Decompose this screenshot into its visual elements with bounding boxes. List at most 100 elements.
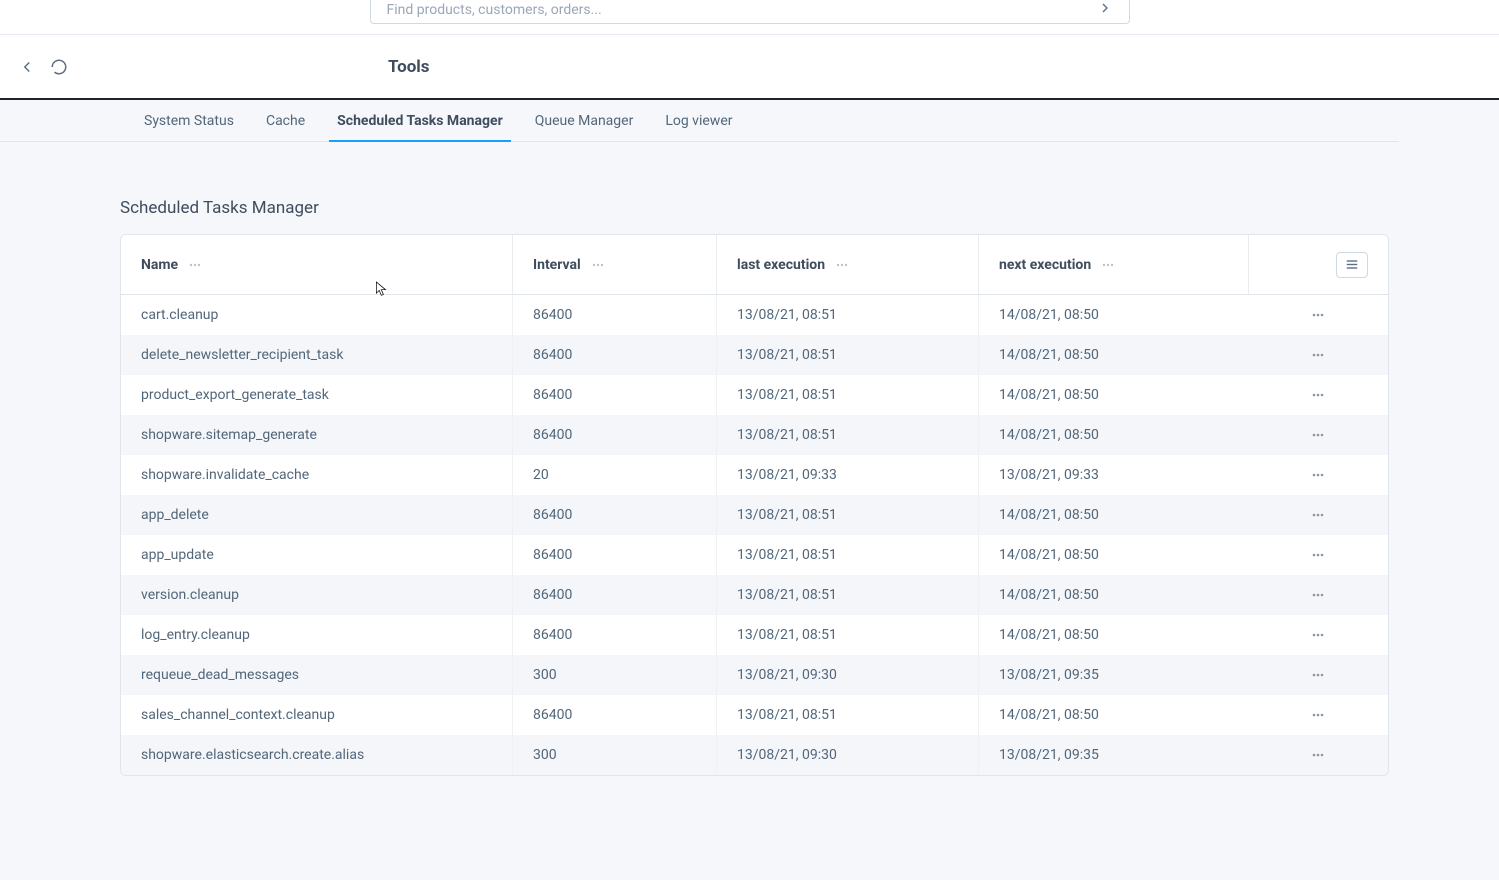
cell-last-execution: 13/08/21, 09:30 [717, 655, 979, 695]
table-row[interactable]: app_update8640013/08/21, 08:5114/08/21, … [121, 535, 1388, 575]
cell-next-execution: 14/08/21, 08:50 [979, 295, 1249, 335]
cell-name: shopware.elasticsearch.create.alias [121, 735, 513, 775]
cell-last-execution: 13/08/21, 08:51 [717, 295, 979, 335]
cell-interval: 86400 [513, 375, 717, 415]
table-row[interactable]: sales_channel_context.cleanup8640013/08/… [121, 695, 1388, 735]
tab-log-viewer[interactable]: Log viewer [665, 100, 732, 141]
cell-last-execution: 13/08/21, 08:51 [717, 415, 979, 455]
cell-actions [1249, 655, 1388, 695]
cell-actions [1249, 495, 1388, 535]
tab-label: Cache [266, 113, 305, 129]
table-row[interactable]: shopware.invalidate_cache2013/08/21, 09:… [121, 455, 1388, 495]
cell-interval: 86400 [513, 575, 717, 615]
cell-interval: 86400 [513, 695, 717, 735]
row-actions-button[interactable] [1308, 305, 1328, 325]
cell-last-execution: 13/08/21, 08:51 [717, 695, 979, 735]
row-actions-button[interactable] [1308, 425, 1328, 445]
col-header-last-execution[interactable]: last execution [717, 235, 979, 294]
col-header-next-label: next execution [999, 257, 1091, 273]
cell-name: delete_newsletter_recipient_task [121, 335, 513, 375]
cell-actions [1249, 455, 1388, 495]
cell-next-execution: 14/08/21, 08:50 [979, 535, 1249, 575]
row-actions-button[interactable] [1308, 665, 1328, 685]
col-header-name-label: Name [141, 257, 178, 273]
cell-next-execution: 14/08/21, 08:50 [979, 575, 1249, 615]
cell-next-execution: 14/08/21, 08:50 [979, 415, 1249, 455]
top-bar: Find products, customers, orders... [0, 0, 1499, 35]
global-search[interactable]: Find products, customers, orders... [370, 0, 1130, 24]
tasks-table: Name Interval last execution next execut… [120, 234, 1389, 776]
cell-last-execution: 13/08/21, 09:33 [717, 455, 979, 495]
cell-next-execution: 13/08/21, 09:35 [979, 655, 1249, 695]
row-actions-button[interactable] [1308, 745, 1328, 765]
row-actions-button[interactable] [1308, 385, 1328, 405]
tab-cache[interactable]: Cache [266, 100, 305, 141]
cell-last-execution: 13/08/21, 08:51 [717, 575, 979, 615]
cell-last-execution: 13/08/21, 09:30 [717, 735, 979, 775]
cell-interval: 300 [513, 735, 717, 775]
cell-next-execution: 13/08/21, 09:33 [979, 455, 1249, 495]
tab-scheduled-tasks-manager[interactable]: Scheduled Tasks Manager [337, 100, 503, 141]
table-settings-button[interactable] [1336, 252, 1368, 278]
cell-interval: 300 [513, 655, 717, 695]
cell-actions [1249, 535, 1388, 575]
row-actions-button[interactable] [1308, 545, 1328, 565]
table-header: Name Interval last execution next execut… [121, 235, 1388, 295]
cell-interval: 20 [513, 455, 717, 495]
cell-actions [1249, 375, 1388, 415]
table-row[interactable]: version.cleanup8640013/08/21, 08:5114/08… [121, 575, 1388, 615]
cell-name: shopware.invalidate_cache [121, 455, 513, 495]
cell-last-execution: 13/08/21, 08:51 [717, 535, 979, 575]
table-row[interactable]: shopware.sitemap_generate8640013/08/21, … [121, 415, 1388, 455]
more-icon[interactable] [835, 258, 849, 272]
table-row[interactable]: product_export_generate_task8640013/08/2… [121, 375, 1388, 415]
page-header: Tools [0, 35, 1499, 100]
more-icon[interactable] [591, 258, 605, 272]
cell-name: log_entry.cleanup [121, 615, 513, 655]
chevron-right-icon [1097, 0, 1113, 16]
cell-last-execution: 13/08/21, 08:51 [717, 335, 979, 375]
table-row[interactable]: shopware.elasticsearch.create.alias30013… [121, 735, 1388, 775]
row-actions-button[interactable] [1308, 705, 1328, 725]
table-row[interactable]: delete_newsletter_recipient_task8640013/… [121, 335, 1388, 375]
table-row[interactable]: cart.cleanup8640013/08/21, 08:5114/08/21… [121, 295, 1388, 335]
more-icon[interactable] [1101, 258, 1115, 272]
cell-interval: 86400 [513, 495, 717, 535]
row-actions-button[interactable] [1308, 625, 1328, 645]
tab-system-status[interactable]: System Status [144, 100, 234, 141]
table-row[interactable]: requeue_dead_messages30013/08/21, 09:301… [121, 655, 1388, 695]
table-row[interactable]: log_entry.cleanup8640013/08/21, 08:5114/… [121, 615, 1388, 655]
content-area: System Status Cache Scheduled Tasks Manage… [0, 100, 1499, 880]
back-icon[interactable] [18, 58, 36, 76]
more-icon[interactable] [188, 258, 202, 272]
row-actions-button[interactable] [1308, 345, 1328, 365]
cell-name: requeue_dead_messages [121, 655, 513, 695]
cell-actions [1249, 695, 1388, 735]
tabs: System Status Cache Scheduled Tasks Manage… [0, 100, 1399, 142]
cell-name: app_delete [121, 495, 513, 535]
row-actions-button[interactable] [1308, 465, 1328, 485]
cell-name: cart.cleanup [121, 295, 513, 335]
cell-actions [1249, 615, 1388, 655]
cell-interval: 86400 [513, 535, 717, 575]
col-header-interval[interactable]: Interval [513, 235, 717, 294]
table-row[interactable]: app_delete8640013/08/21, 08:5114/08/21, … [121, 495, 1388, 535]
cell-actions [1249, 575, 1388, 615]
tab-queue-manager[interactable]: Queue Manager [535, 100, 634, 141]
cell-actions [1249, 335, 1388, 375]
refresh-icon[interactable] [50, 58, 68, 76]
cell-next-execution: 14/08/21, 08:50 [979, 335, 1249, 375]
col-header-interval-label: Interval [533, 257, 581, 273]
cell-last-execution: 13/08/21, 08:51 [717, 375, 979, 415]
cell-next-execution: 14/08/21, 08:50 [979, 495, 1249, 535]
cell-next-execution: 13/08/21, 09:35 [979, 735, 1249, 775]
cell-interval: 86400 [513, 335, 717, 375]
row-actions-button[interactable] [1308, 585, 1328, 605]
cell-name: app_update [121, 535, 513, 575]
col-header-name[interactable]: Name [121, 235, 513, 294]
col-header-next-execution[interactable]: next execution [979, 235, 1249, 294]
row-actions-button[interactable] [1308, 505, 1328, 525]
cell-name: product_export_generate_task [121, 375, 513, 415]
cell-interval: 86400 [513, 615, 717, 655]
cell-last-execution: 13/08/21, 08:51 [717, 495, 979, 535]
